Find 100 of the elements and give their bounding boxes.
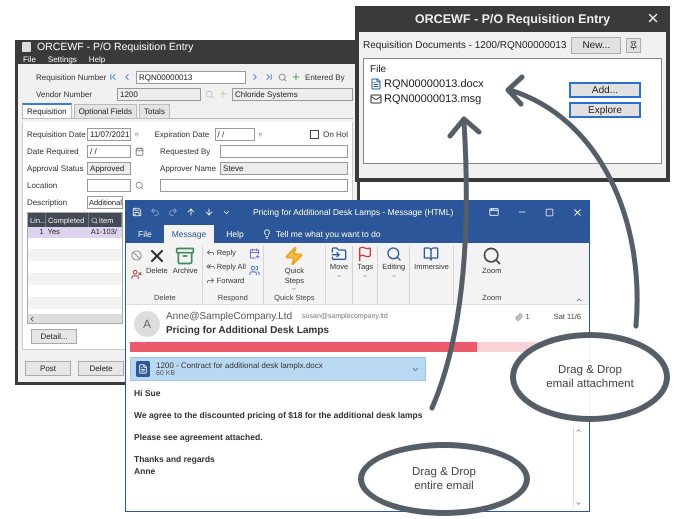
- new-button[interactable]: New...: [571, 37, 622, 54]
- location-field[interactable]: [87, 178, 131, 192]
- calendar-plus-icon[interactable]: [248, 248, 260, 259]
- search-icon: [386, 246, 402, 262]
- file-item[interactable]: RQN00000013.msg: [370, 93, 559, 105]
- approval-status-field: Approved: [87, 162, 131, 174]
- field-label: Location: [27, 180, 58, 190]
- ban-icon[interactable]: [131, 250, 142, 261]
- book-icon: [423, 246, 440, 262]
- tab[interactable]: Optional Fields: [74, 104, 137, 118]
- field-label: Expiration Date: [154, 130, 210, 138]
- file-item[interactable]: RQN00000013.docx: [370, 78, 559, 90]
- pin-button[interactable]: [626, 38, 642, 53]
- menu-item[interactable]: Help: [88, 54, 106, 64]
- action-button[interactable]: Delete: [78, 361, 124, 376]
- ribbon-tab[interactable]: Help: [218, 225, 252, 243]
- folder-icon: [331, 246, 348, 262]
- window-title: Pricing for Additional Desk Lamps - Message (HTML): [253, 207, 454, 217]
- caret-icon: [575, 296, 583, 304]
- first-record-icon[interactable]: [108, 72, 118, 82]
- search-icon[interactable]: [135, 180, 144, 190]
- message-subject: Pricing for Additional Desk Lamps: [166, 325, 330, 336]
- envelope-icon: [370, 93, 382, 105]
- paperclip-icon: [515, 312, 524, 320]
- tell-me-search[interactable]: Tell me what you want to do: [276, 229, 381, 239]
- last-record-icon[interactable]: [264, 72, 274, 82]
- date-field[interactable]: / /: [87, 144, 131, 158]
- scroll-left-icon[interactable]: [28, 314, 36, 322]
- checkbox-label: On Hol: [323, 130, 348, 138]
- reply-all-icon: [206, 262, 215, 270]
- column-header: File: [370, 64, 388, 75]
- archive-icon: [175, 246, 196, 266]
- ribbon-tab[interactable]: File: [130, 225, 160, 243]
- sender-name: Anne@SampleCompany.Ltd: [166, 311, 292, 322]
- tab[interactable]: Totals: [138, 104, 170, 118]
- checkbox[interactable]: [310, 130, 320, 138]
- dialog-button[interactable]: Add...: [569, 82, 641, 98]
- window-title: ORCEWF - P/O Requisition Entry: [414, 12, 610, 26]
- undo-icon[interactable]: [150, 207, 160, 217]
- tab[interactable]: Requisition: [22, 103, 72, 118]
- up-arrow-icon[interactable]: [186, 207, 196, 217]
- message-paragraph: Thanks and regards Anne: [134, 454, 215, 478]
- caret-icon: [390, 272, 397, 279]
- flag-icon: [357, 246, 374, 262]
- date-field[interactable]: 11/07/2021: [87, 128, 131, 140]
- detail-button[interactable]: Detail...: [31, 328, 77, 344]
- maximize-icon[interactable]: [545, 208, 554, 216]
- lightbulb-icon[interactable]: [262, 229, 272, 239]
- action-button[interactable]: Post: [25, 361, 71, 376]
- caret-icon: [291, 286, 298, 292]
- user-x-icon[interactable]: [131, 269, 142, 280]
- approver-name-field: Steve: [220, 162, 348, 174]
- plus-icon[interactable]: [291, 72, 301, 82]
- avatar: A: [134, 311, 160, 337]
- calendar-icon[interactable]: [135, 146, 144, 156]
- vendor-number-field[interactable]: 1200: [117, 88, 201, 100]
- requested-by-field[interactable]: [220, 144, 348, 158]
- collapse-ribbon-button[interactable]: [575, 296, 583, 304]
- field-label: Approver Name: [160, 164, 216, 172]
- search-icon[interactable]: [278, 72, 287, 82]
- close-icon[interactable]: [646, 11, 660, 25]
- message-paragraph: Hi Sue: [134, 388, 160, 400]
- document-icon: [136, 361, 150, 377]
- reply-icon: [206, 248, 215, 256]
- pin-icon: [629, 41, 638, 50]
- horizontal-scrollbar[interactable]: [28, 314, 122, 323]
- window-title: ORCEWF - P/O Requisition Entry: [37, 41, 194, 54]
- field-label: Description: [27, 198, 68, 206]
- message-paragraph: Please see agreement attached.: [134, 432, 263, 444]
- redo-icon[interactable]: [168, 207, 178, 217]
- section-heading: Requisition Documents - 1200/RQN00000013: [363, 40, 566, 51]
- date-field[interactable]: / /: [214, 128, 255, 140]
- restore-icon[interactable]: [489, 207, 499, 217]
- requisition-number-field[interactable]: RQN00000013: [136, 70, 246, 84]
- document-icon: [370, 78, 382, 90]
- menu-item[interactable]: Settings: [48, 54, 77, 64]
- ribbon-tab[interactable]: Message: [164, 225, 214, 243]
- field-label: Date Required: [27, 146, 80, 156]
- field-label: Requested By: [160, 146, 212, 156]
- people-icon[interactable]: [248, 265, 260, 276]
- close-icon[interactable]: [572, 206, 583, 218]
- scroll-down-icon[interactable]: [575, 500, 582, 507]
- down-arrow-icon[interactable]: [204, 207, 214, 217]
- vertical-scrollbar[interactable]: [573, 427, 583, 507]
- field-label: Approval Status: [27, 164, 83, 172]
- scroll-up-icon[interactable]: [575, 427, 582, 434]
- message-paragraph: We agree to the discounted pricing of $18 for the additional desk lamps: [134, 410, 422, 422]
- forward-icon: [206, 276, 215, 284]
- dialog-button[interactable]: Explore: [569, 102, 641, 118]
- field-label: Vendor Number: [36, 90, 94, 98]
- field-label: Entered By: [305, 72, 345, 82]
- field-label: Requisition Number: [36, 72, 104, 82]
- caret-icon: [336, 272, 342, 279]
- menu-item[interactable]: File: [23, 54, 36, 64]
- window-icon: [22, 42, 31, 52]
- save-icon[interactable]: [132, 207, 142, 217]
- caret-icon: [362, 272, 368, 279]
- vendor-name-field: Chloride Systems: [232, 88, 353, 100]
- zoom-icon: [482, 246, 502, 266]
- lightning-icon: [284, 246, 304, 266]
